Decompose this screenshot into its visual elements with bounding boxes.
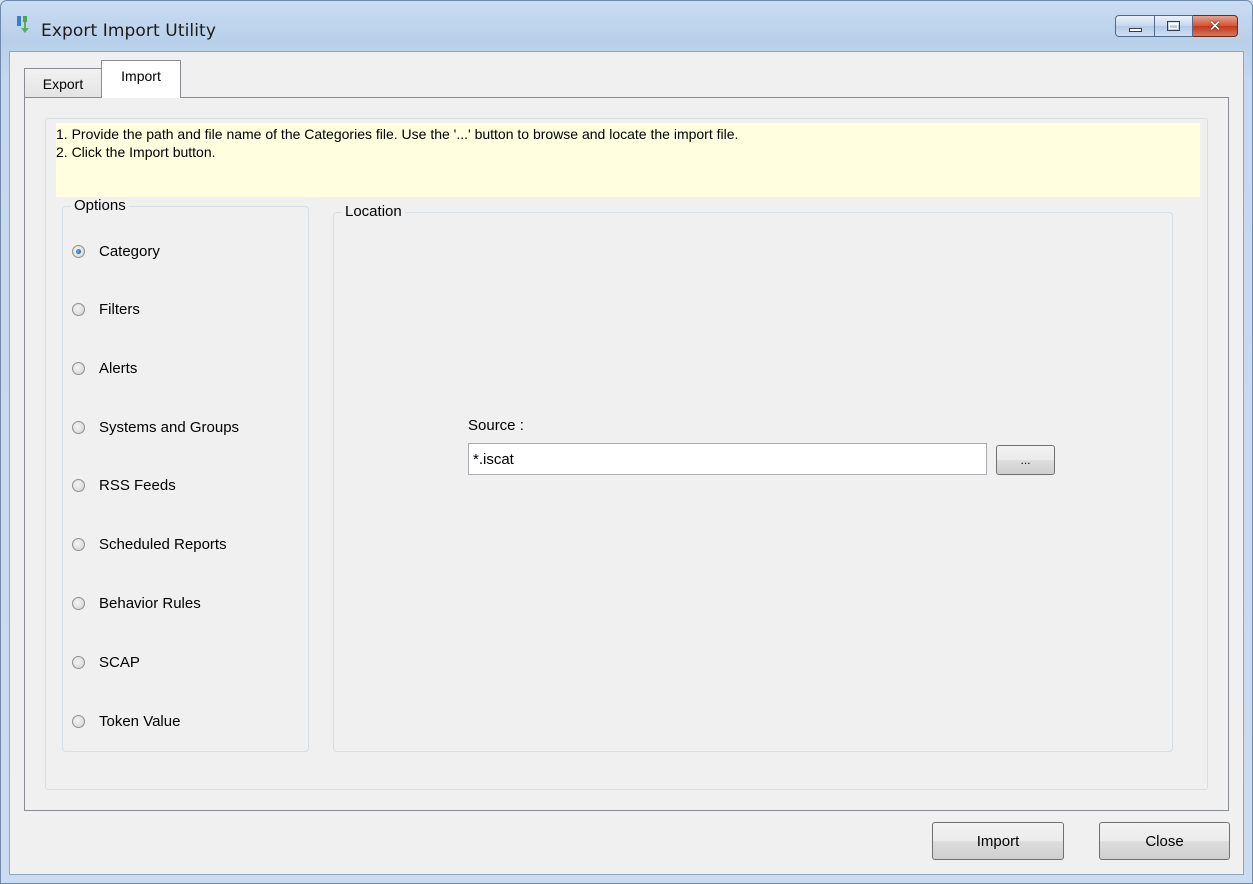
- radio-filters[interactable]: Filters: [72, 298, 140, 320]
- radio-label: Filters: [99, 300, 140, 318]
- caption-buttons: ✕: [1115, 15, 1238, 39]
- app-icon: [17, 16, 29, 33]
- minimize-icon: [1129, 28, 1142, 32]
- radio-label: Category: [99, 242, 160, 260]
- radio-button[interactable]: [72, 302, 85, 316]
- radio-label: Token Value: [99, 712, 181, 730]
- radio-systems-and-groups[interactable]: Systems and Groups: [72, 416, 239, 438]
- radio-alerts[interactable]: Alerts: [72, 357, 137, 379]
- radio-label: Scheduled Reports: [99, 535, 227, 553]
- radio-label: RSS Feeds: [99, 476, 176, 494]
- options-legend: Options: [71, 197, 129, 215]
- radio-label: Alerts: [99, 359, 138, 377]
- radio-label: Behavior Rules: [99, 594, 201, 612]
- instruction-line-2: 2. Click the Import button.: [56, 144, 216, 160]
- radio-button[interactable]: [72, 655, 85, 669]
- radio-label: Systems and Groups: [99, 418, 240, 436]
- radio-behavior-rules[interactable]: Behavior Rules: [72, 592, 201, 614]
- window-title: Export Import Utility: [41, 21, 216, 41]
- tab-import[interactable]: Import: [101, 60, 181, 98]
- dialog-window: Export Import Utility ✕ Export Import 1.…: [0, 0, 1253, 884]
- radio-button-checked[interactable]: [72, 244, 85, 258]
- radio-button[interactable]: [72, 361, 85, 375]
- location-legend: Location: [342, 203, 405, 221]
- radio-rss-feeds[interactable]: RSS Feeds: [72, 474, 176, 496]
- radio-button[interactable]: [72, 537, 85, 551]
- import-tab-page: 1. Provide the path and file name of the…: [24, 97, 1229, 811]
- tab-export[interactable]: Export: [24, 68, 102, 98]
- maximize-button[interactable]: [1155, 15, 1193, 37]
- radio-scap[interactable]: SCAP: [72, 651, 140, 673]
- radio-label: SCAP: [99, 653, 140, 671]
- radio-category[interactable]: Category: [72, 240, 160, 262]
- browse-button[interactable]: ...: [996, 445, 1055, 475]
- close-icon: ✕: [1208, 17, 1222, 35]
- radio-button[interactable]: [72, 596, 85, 610]
- instructions-panel: 1. Provide the path and file name of the…: [56, 123, 1200, 197]
- source-input[interactable]: [468, 443, 987, 475]
- radio-scheduled-reports[interactable]: Scheduled Reports: [72, 533, 227, 555]
- radio-button[interactable]: [72, 420, 85, 434]
- location-group: Location Source : ...: [333, 203, 1173, 752]
- radio-button[interactable]: [72, 714, 85, 728]
- radio-button[interactable]: [72, 478, 85, 492]
- import-button[interactable]: Import: [932, 822, 1064, 860]
- source-label: Source :: [468, 417, 524, 434]
- title-bar[interactable]: Export Import Utility ✕: [1, 1, 1252, 51]
- maximize-icon: [1167, 21, 1180, 31]
- minimize-button[interactable]: [1115, 15, 1155, 37]
- options-group: Options Category Filters Alerts Systems …: [62, 197, 309, 752]
- client-area: Export Import 1. Provide the path and fi…: [9, 51, 1244, 875]
- instruction-line-1: 1. Provide the path and file name of the…: [56, 126, 739, 142]
- window-close-button[interactable]: ✕: [1193, 15, 1238, 37]
- close-button[interactable]: Close: [1099, 822, 1230, 860]
- radio-token-value[interactable]: Token Value: [72, 710, 180, 732]
